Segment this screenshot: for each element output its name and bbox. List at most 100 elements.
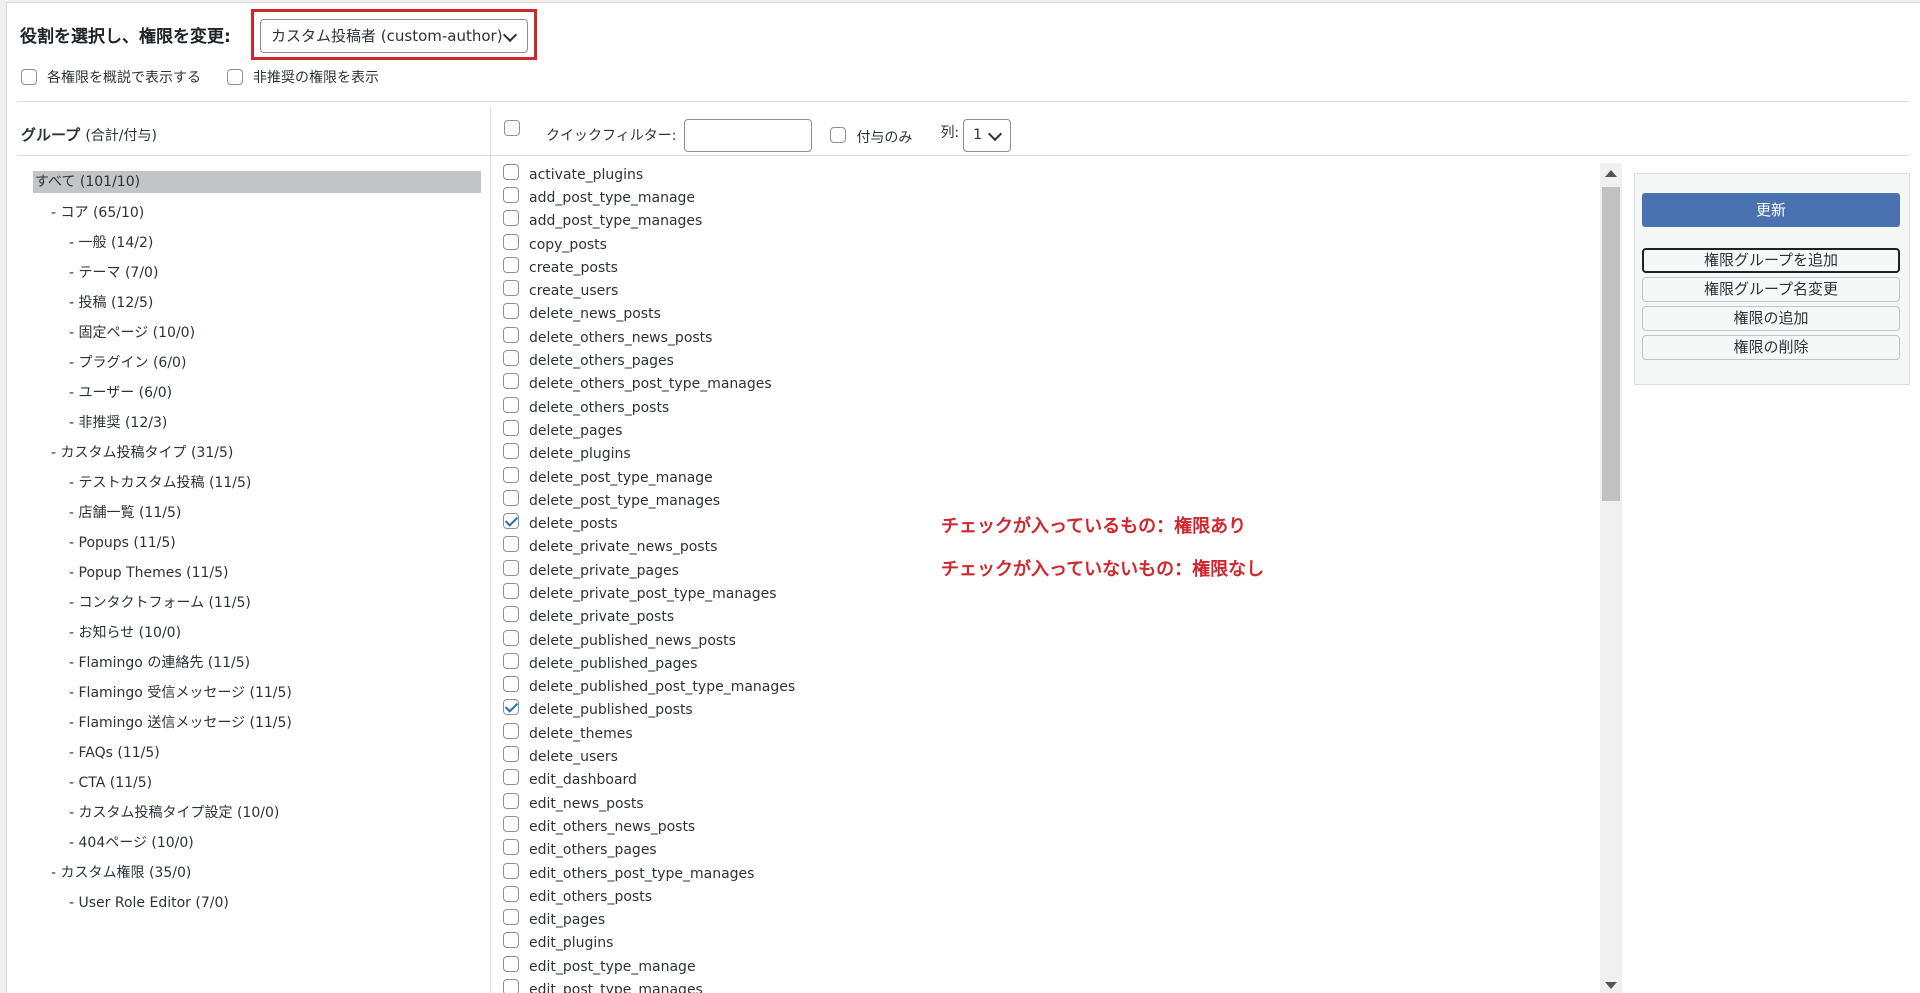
- capability-checkbox[interactable]: [503, 326, 519, 343]
- group-item[interactable]: - ユーザー (6/0): [33, 381, 481, 411]
- group-item[interactable]: - 投稿 (12/5): [33, 291, 481, 321]
- capability-checkbox[interactable]: [503, 699, 519, 716]
- group-item[interactable]: - Flamingo 受信メッセージ (11/5): [33, 681, 481, 711]
- capability-row[interactable]: delete_news_posts: [503, 303, 1597, 326]
- group-item[interactable]: - カスタム投稿タイプ (31/5): [33, 441, 481, 471]
- group-item[interactable]: - 店舗一覧 (11/5): [33, 501, 481, 531]
- group-item[interactable]: - 非推奨 (12/3): [33, 411, 481, 441]
- capability-row[interactable]: edit_post_type_manages: [503, 978, 1597, 993]
- group-item[interactable]: - CTA (11/5): [33, 771, 481, 801]
- group-item[interactable]: - お知らせ (10/0): [33, 621, 481, 651]
- update-button[interactable]: 更新: [1642, 193, 1900, 227]
- group-item[interactable]: - Popups (11/5): [33, 531, 481, 561]
- show-human-readable-option[interactable]: 各権限を概説で表示する: [21, 67, 201, 87]
- group-item[interactable]: - 404ページ (10/0): [33, 831, 481, 861]
- group-item[interactable]: - 一般 (14/2): [33, 231, 481, 261]
- capability-row[interactable]: create_posts: [503, 256, 1597, 279]
- capability-row[interactable]: delete_published_posts: [503, 699, 1597, 722]
- show-deprecated-option[interactable]: 非推奨の権限を表示: [227, 67, 379, 87]
- capability-checkbox[interactable]: [503, 466, 519, 483]
- capability-checkbox[interactable]: [503, 210, 519, 227]
- group-item[interactable]: - コア (65/10): [33, 201, 481, 231]
- show-deprecated-checkbox[interactable]: [227, 69, 243, 85]
- capability-checkbox[interactable]: [503, 839, 519, 856]
- scroll-down-arrow-icon[interactable]: [1605, 982, 1617, 989]
- capability-row[interactable]: delete_themes: [503, 722, 1597, 745]
- scrollbar-thumb[interactable]: [1602, 187, 1620, 501]
- capability-row[interactable]: edit_others_post_type_manages: [503, 862, 1597, 885]
- select-all-checkbox[interactable]: [504, 120, 520, 136]
- group-item-all[interactable]: すべて (101/10): [33, 171, 481, 193]
- capability-row[interactable]: edit_others_pages: [503, 839, 1597, 862]
- capability-row[interactable]: delete_others_pages: [503, 349, 1597, 372]
- group-item[interactable]: - テーマ (7/0): [33, 261, 481, 291]
- capability-checkbox[interactable]: [503, 722, 519, 739]
- capability-row[interactable]: edit_others_posts: [503, 885, 1597, 908]
- capability-checkbox[interactable]: [503, 513, 519, 530]
- capability-checkbox[interactable]: [503, 163, 519, 180]
- capability-checkbox[interactable]: [503, 862, 519, 879]
- capability-checkbox[interactable]: [503, 909, 519, 926]
- capability-row[interactable]: delete_others_news_posts: [503, 326, 1597, 349]
- capability-checkbox[interactable]: [503, 629, 519, 646]
- group-item[interactable]: - Flamingo の連絡先 (11/5): [33, 651, 481, 681]
- capability-checkbox[interactable]: [503, 932, 519, 949]
- capability-scrollbar[interactable]: [1600, 163, 1622, 993]
- capability-row[interactable]: edit_plugins: [503, 932, 1597, 955]
- capability-row[interactable]: delete_published_pages: [503, 652, 1597, 675]
- capability-row[interactable]: delete_others_posts: [503, 396, 1597, 419]
- group-item[interactable]: - Flamingo 送信メッセージ (11/5): [33, 711, 481, 741]
- group-item[interactable]: - テストカスタム投稿 (11/5): [33, 471, 481, 501]
- delete-capability-button[interactable]: 権限の削除: [1642, 335, 1900, 360]
- capability-checkbox[interactable]: [503, 559, 519, 576]
- capability-checkbox[interactable]: [503, 746, 519, 763]
- capability-checkbox[interactable]: [503, 443, 519, 460]
- capability-row[interactable]: edit_dashboard: [503, 769, 1597, 792]
- show-human-readable-checkbox[interactable]: [21, 69, 37, 85]
- capability-checkbox[interactable]: [503, 582, 519, 599]
- rename-capability-group-button[interactable]: 権限グループ名変更: [1642, 277, 1900, 302]
- capability-row[interactable]: activate_plugins: [503, 163, 1597, 186]
- group-item[interactable]: - カスタム投稿タイプ設定 (10/0): [33, 801, 481, 831]
- capability-row[interactable]: add_post_type_manage: [503, 186, 1597, 209]
- capability-checkbox[interactable]: [503, 419, 519, 436]
- quick-filter-input[interactable]: [684, 118, 813, 152]
- capability-checkbox[interactable]: [503, 489, 519, 506]
- capability-checkbox[interactable]: [503, 792, 519, 809]
- capability-checkbox[interactable]: [503, 652, 519, 669]
- scroll-up-arrow-icon[interactable]: [1605, 170, 1617, 177]
- capability-checkbox[interactable]: [503, 676, 519, 693]
- capability-checkbox[interactable]: [503, 396, 519, 413]
- capability-checkbox[interactable]: [503, 536, 519, 553]
- capability-checkbox[interactable]: [503, 303, 519, 320]
- role-select[interactable]: カスタム投稿者 (custom-author): [260, 19, 528, 53]
- capability-row[interactable]: delete_pages: [503, 419, 1597, 442]
- capability-row[interactable]: delete_post_type_manage: [503, 466, 1597, 489]
- group-item[interactable]: - 固定ページ (10/0): [33, 321, 481, 351]
- capability-checkbox[interactable]: [503, 815, 519, 832]
- capability-row[interactable]: delete_published_news_posts: [503, 629, 1597, 652]
- capability-row[interactable]: add_post_type_manages: [503, 210, 1597, 233]
- capability-checkbox[interactable]: [503, 280, 519, 297]
- group-item[interactable]: - FAQs (11/5): [33, 741, 481, 771]
- capability-row[interactable]: edit_news_posts: [503, 792, 1597, 815]
- capability-row[interactable]: delete_plugins: [503, 443, 1597, 466]
- capability-checkbox[interactable]: [503, 769, 519, 786]
- capability-checkbox[interactable]: [503, 979, 519, 993]
- granted-only-checkbox[interactable]: [830, 127, 847, 143]
- capability-checkbox[interactable]: [503, 606, 519, 623]
- group-item[interactable]: - カスタム権限 (35/0): [33, 861, 481, 891]
- group-item[interactable]: - コンタクトフォーム (11/5): [33, 591, 481, 621]
- group-item[interactable]: - Popup Themes (11/5): [33, 561, 481, 591]
- capability-checkbox[interactable]: [503, 885, 519, 902]
- capability-checkbox[interactable]: [503, 233, 519, 250]
- capability-row[interactable]: delete_private_post_type_manages: [503, 582, 1597, 605]
- capability-row[interactable]: delete_private_posts: [503, 606, 1597, 629]
- group-item[interactable]: - User Role Editor (7/0): [33, 891, 481, 921]
- add-capability-group-button[interactable]: 権限グループを追加: [1642, 248, 1900, 273]
- group-item[interactable]: - プラグイン (6/0): [33, 351, 481, 381]
- columns-select[interactable]: 1: [963, 118, 1012, 152]
- capability-row[interactable]: delete_others_post_type_manages: [503, 373, 1597, 396]
- capability-checkbox[interactable]: [503, 955, 519, 972]
- capability-row[interactable]: delete_users: [503, 745, 1597, 768]
